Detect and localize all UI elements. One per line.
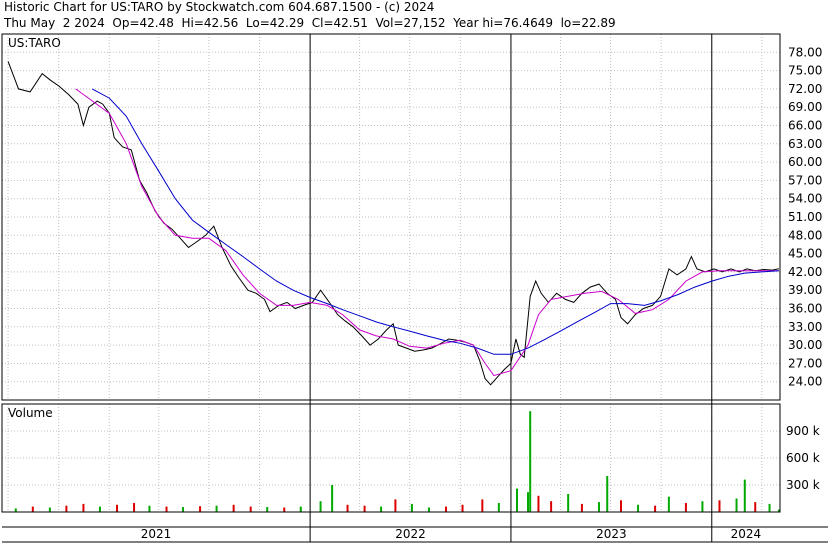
x-tick-label: 2022 (395, 527, 426, 541)
volume-bar (133, 503, 136, 512)
price-tick-label: 39.00 (788, 283, 822, 297)
volume-bar (529, 411, 532, 512)
volume-tick-label: 600 k (786, 451, 820, 465)
x-tick-label: 2024 (731, 527, 762, 541)
volume-bar (14, 508, 17, 512)
volume-bar (654, 505, 657, 512)
price-line (7, 61, 779, 386)
price-tick-label: 45.00 (788, 247, 822, 261)
volume-bar (148, 505, 151, 512)
axis-labels: 24.00 27.00 30.00 33.00 36.00 39.00 42.00 45.00… (141, 45, 823, 541)
volume-bar (249, 506, 252, 512)
price-tick-label: 66.00 (788, 119, 822, 133)
volume-bar (550, 501, 553, 512)
price-tick-label: 36.00 (788, 302, 822, 316)
volume-bar (527, 492, 530, 512)
price-tick-label: 69.00 (788, 100, 822, 114)
volume-bar (580, 503, 583, 512)
volume-bar (266, 507, 269, 512)
price-tick-label: 51.00 (788, 210, 822, 224)
price-tick-label: 42.00 (788, 265, 822, 279)
price-tick-label: 78.00 (788, 45, 822, 59)
price-tick-label: 30.00 (788, 338, 822, 352)
volume-bar (82, 503, 85, 512)
price-tick-label: 57.00 (788, 173, 822, 187)
volume-bar (394, 499, 397, 512)
volume-bar (537, 495, 540, 512)
long-moving-average-line (91, 88, 779, 355)
volume-bar (597, 502, 600, 512)
volume-bar (165, 506, 168, 512)
volume-bar (48, 507, 51, 512)
price-tick-label: 33.00 (788, 320, 822, 334)
volume-bar (701, 501, 704, 512)
stock-chart: 24.00 27.00 30.00 33.00 36.00 39.00 42.00 45.00… (1, 33, 828, 543)
price-tick-label: 72.00 (788, 82, 822, 96)
volume-bar (380, 506, 383, 512)
volume-bar (637, 504, 640, 512)
price-tick-label: 54.00 (788, 192, 822, 206)
volume-bar (199, 506, 202, 512)
volume-bar (410, 503, 413, 512)
volume-bar (684, 503, 687, 512)
volume-bar (735, 498, 738, 512)
panel-frames (1, 33, 828, 543)
price-tick-label: 63.00 (788, 137, 822, 151)
price-tick-label: 75.00 (788, 64, 822, 78)
volume-bar (283, 507, 286, 512)
volume-bar (754, 502, 757, 512)
volume-bar (363, 505, 366, 512)
volume-bar (299, 506, 302, 512)
volume-bar (98, 506, 101, 512)
volume-bar (346, 504, 349, 512)
volume-bar (31, 506, 34, 512)
price-tick-label: 60.00 (788, 155, 822, 169)
volume-bar (445, 506, 448, 512)
volume-bar (606, 476, 609, 512)
volume-bar (481, 499, 484, 512)
price-series-group (7, 61, 779, 386)
symbol-label: US:TARO (8, 36, 61, 50)
x-tick-label: 2021 (141, 527, 172, 541)
x-tick-label: 2023 (596, 527, 627, 541)
volume-bar (567, 494, 570, 512)
volume-bar (427, 507, 430, 512)
volume-bar (115, 504, 118, 512)
volume-bar (65, 505, 68, 512)
price-tick-label: 27.00 (788, 356, 822, 370)
volume-bar (718, 500, 721, 512)
volume-panel-frame (1, 403, 781, 513)
volume-bar (497, 503, 500, 512)
volume-bar (768, 503, 771, 512)
volume-bar (331, 485, 334, 512)
volume-bar (743, 479, 746, 512)
volume-bar (182, 507, 185, 512)
price-tick-label: 24.00 (788, 375, 822, 389)
volume-tick-label: 900 k (786, 424, 820, 438)
price-panel-frame (1, 33, 781, 401)
volume-grid (2, 404, 780, 512)
year-boundaries (309, 34, 713, 542)
volume-bar (619, 500, 622, 512)
volume-bar (319, 501, 322, 512)
volume-panel-label: Volume (8, 406, 53, 420)
price-grid (2, 34, 780, 400)
volume-bar (215, 505, 218, 512)
volume-bar (232, 504, 235, 512)
short-moving-average-line (75, 88, 779, 377)
volume-bar (461, 504, 464, 512)
volume-bar (515, 488, 518, 512)
price-tick-label: 48.00 (788, 228, 822, 242)
volume-bar (667, 496, 670, 512)
volume-bars (14, 411, 780, 512)
volume-tick-label: 300 k (786, 478, 820, 492)
